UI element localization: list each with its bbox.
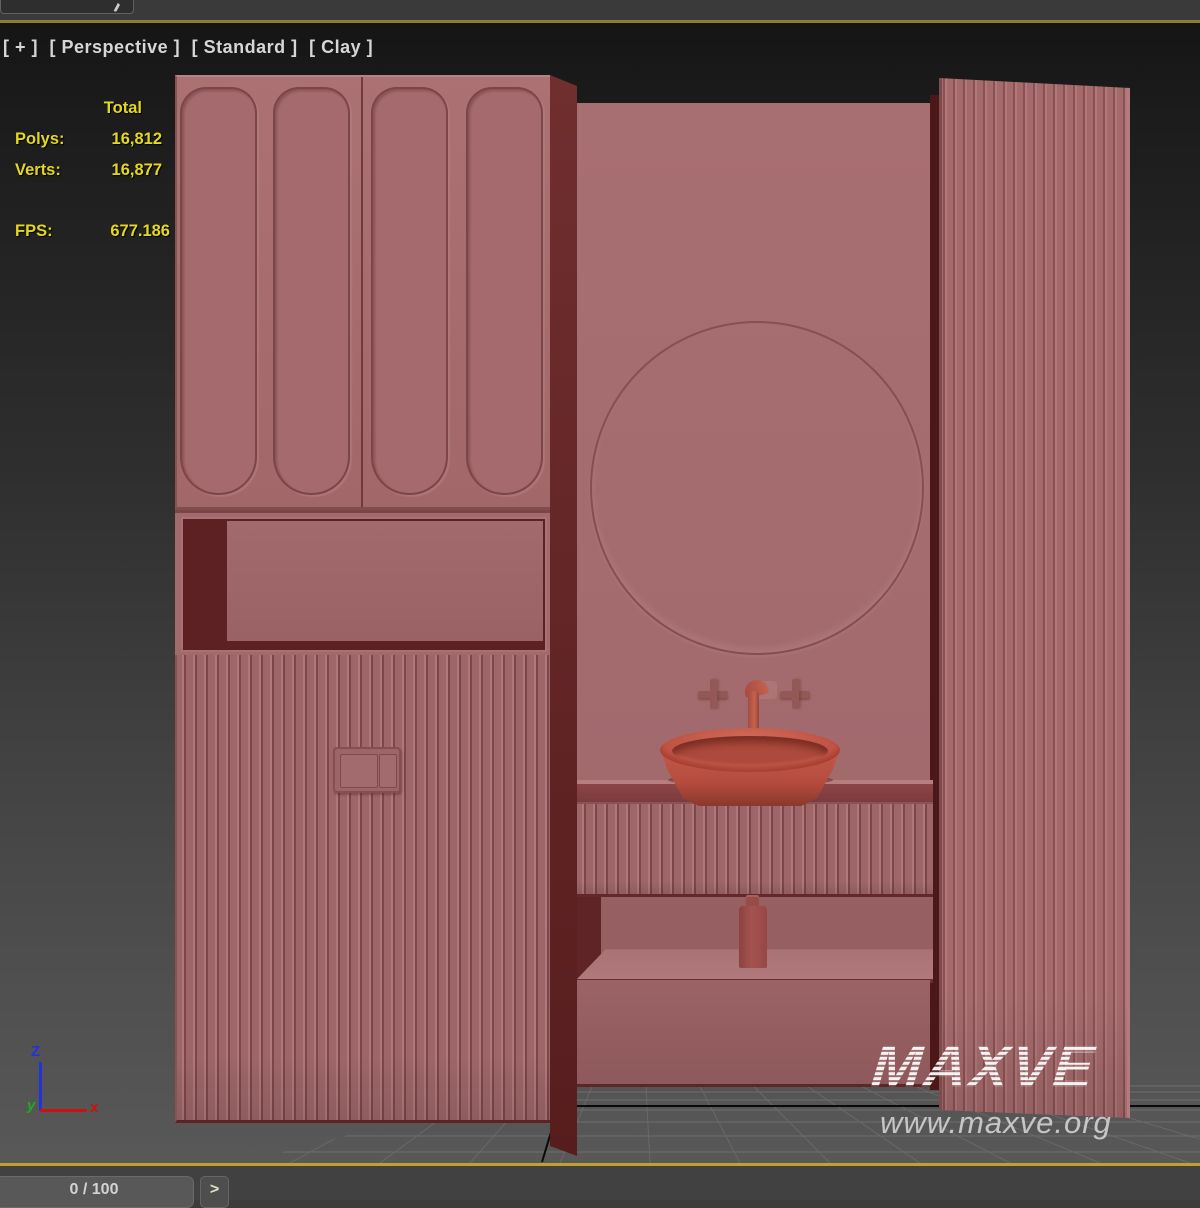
faucet-handle-left[interactable] (698, 679, 728, 709)
handle-arm (710, 679, 717, 709)
bottle[interactable] (739, 906, 767, 968)
flush-button-large[interactable] (340, 754, 378, 788)
x-axis-line (40, 1109, 87, 1112)
time-slider[interactable]: 0 / 100 (0, 1176, 194, 1208)
stats-total-header: Total (70, 99, 142, 118)
x-axis-label: x (90, 1099, 98, 1116)
sink-basin (672, 736, 828, 766)
round-mirror[interactable] (590, 321, 924, 655)
door-panel (180, 87, 257, 495)
door-panel (273, 87, 350, 495)
niche-back-panel (227, 521, 543, 641)
faucet-pipe[interactable] (748, 691, 759, 733)
watermark-url: www.maxve.org (880, 1105, 1112, 1141)
vanity-fluted-drawer[interactable] (577, 802, 933, 894)
track-bar: 0 / 100 > (0, 1166, 1200, 1200)
vanity-open-shelf[interactable] (577, 894, 933, 980)
right-tall-fluted-cabinet[interactable] (939, 78, 1130, 1118)
viewport-menu-shading[interactable]: [ Clay ] (309, 37, 373, 57)
top-toolbar (0, 0, 1200, 20)
toolbar-widget[interactable] (0, 0, 134, 14)
door-panel (466, 87, 543, 495)
viewport-menu-pov[interactable]: [ Perspective ] (50, 37, 181, 57)
handle-arm (792, 679, 799, 709)
flush-plate[interactable] (333, 747, 401, 793)
viewport-menu-general[interactable]: [ + ] (3, 37, 38, 57)
perspective-viewport-canvas[interactable]: MAXVE www.maxve.org [ + ] [ Perspective … (0, 23, 1200, 1163)
viewport-label: [ + ] [ Perspective ] [ Standard ] [ Cla… (3, 37, 379, 58)
z-axis-line (39, 1062, 42, 1111)
lower-fluted-cabinet[interactable] (175, 655, 550, 1123)
watermark-brand: MAXVE (869, 1037, 1099, 1097)
next-frame-button[interactable]: > (200, 1176, 229, 1208)
vessel-sink-bowl[interactable] (660, 728, 840, 808)
stats-verts-value: 16,877 (70, 161, 162, 180)
y-axis-label: y (27, 1097, 35, 1114)
stats-polys-label: Polys: (15, 130, 65, 149)
cabinet-side-face (550, 75, 577, 1156)
cabinet-niche-section[interactable] (175, 510, 550, 655)
viewport-menu-style[interactable]: [ Standard ] (192, 37, 298, 57)
stats-fps-label: FPS: (15, 222, 53, 241)
niche-opening (183, 519, 545, 650)
faucet-handle-right[interactable] (780, 679, 810, 709)
pen-icon (106, 0, 121, 12)
z-axis-label: Z (31, 1043, 40, 1060)
door-panel (371, 87, 448, 495)
flush-button-small[interactable] (379, 754, 397, 788)
door-split-line (361, 77, 363, 507)
upper-cabinet-doors[interactable] (175, 75, 550, 510)
stats-fps-value: 677.186 (70, 222, 170, 241)
stats-verts-label: Verts: (15, 161, 61, 180)
stats-polys-value: 16,812 (70, 130, 162, 149)
max-viewport-screen: MAXVE www.maxve.org [ + ] [ Perspective … (0, 0, 1200, 1200)
